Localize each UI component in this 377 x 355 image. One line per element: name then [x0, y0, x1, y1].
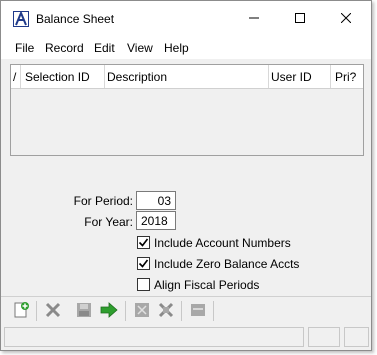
- period-field[interactable]: [136, 191, 176, 210]
- toolbar-separator: [1, 296, 371, 297]
- include-account-numbers-label: Include Account Numbers: [154, 236, 291, 250]
- print-preview-icon: [134, 302, 150, 321]
- include-zero-balance-checkbox[interactable]: [137, 257, 150, 270]
- app-logo-icon: [13, 10, 29, 27]
- new-record-icon: [12, 301, 30, 322]
- include-account-numbers-checkbox[interactable]: [137, 236, 150, 249]
- minimize-icon: [249, 12, 259, 26]
- clear-icon: [158, 302, 174, 321]
- settings-icon: [190, 302, 206, 321]
- selection-grid[interactable]: / Selection ID Description User ID Pri?: [10, 64, 364, 156]
- toolbar-divider: [36, 301, 37, 321]
- year-label: For Year:: [84, 215, 133, 229]
- maximize-button[interactable]: [277, 1, 323, 37]
- status-cell-3: [344, 327, 369, 347]
- balance-sheet-window: Balance Sheet File Record Edit View Help…: [0, 0, 372, 351]
- grid-header: / Selection ID Description User ID Pri?: [11, 65, 363, 89]
- status-bar: [4, 327, 369, 347]
- status-cell-2: [308, 327, 340, 347]
- maximize-icon: [295, 12, 305, 26]
- year-field[interactable]: [136, 211, 176, 230]
- process-button[interactable]: [99, 301, 119, 321]
- toolbar-divider: [213, 301, 214, 321]
- print-preview-button[interactable]: [132, 301, 152, 321]
- period-label: For Period:: [73, 194, 133, 208]
- save-button[interactable]: [74, 301, 94, 321]
- column-marker[interactable]: /: [11, 65, 21, 88]
- toolbar-divider: [181, 301, 182, 321]
- menu-edit[interactable]: Edit: [94, 41, 115, 55]
- settings-button[interactable]: [188, 301, 208, 321]
- column-selection-id[interactable]: Selection ID: [21, 65, 105, 88]
- save-icon: [76, 302, 92, 321]
- menu-view[interactable]: View: [127, 41, 153, 55]
- new-record-button[interactable]: [11, 301, 31, 321]
- include-zero-balance-label: Include Zero Balance Accts: [154, 257, 300, 271]
- menu-help[interactable]: Help: [164, 41, 189, 55]
- title-bar: Balance Sheet: [1, 1, 371, 37]
- align-fiscal-periods-checkbox[interactable]: [137, 278, 150, 291]
- clear-button[interactable]: [156, 301, 176, 321]
- column-description[interactable]: Description: [105, 65, 269, 88]
- minimize-button[interactable]: [231, 1, 277, 37]
- status-message: [4, 327, 304, 347]
- column-user-id[interactable]: User ID: [269, 65, 331, 88]
- process-icon: [100, 301, 118, 321]
- delete-button[interactable]: [43, 301, 63, 321]
- menu-bar: File Record Edit View Help: [1, 37, 371, 59]
- menu-file[interactable]: File: [15, 41, 34, 55]
- window-title: Balance Sheet: [36, 12, 115, 26]
- menu-record[interactable]: Record: [45, 41, 84, 55]
- close-icon: [340, 12, 352, 26]
- column-pri[interactable]: Pri?: [331, 65, 363, 88]
- toolbar-divider: [125, 301, 126, 321]
- close-button[interactable]: [323, 1, 369, 37]
- checkmark-icon: [138, 259, 149, 268]
- delete-icon: [45, 302, 61, 321]
- align-fiscal-periods-label: Align Fiscal Periods: [154, 278, 260, 292]
- checkmark-icon: [138, 238, 149, 247]
